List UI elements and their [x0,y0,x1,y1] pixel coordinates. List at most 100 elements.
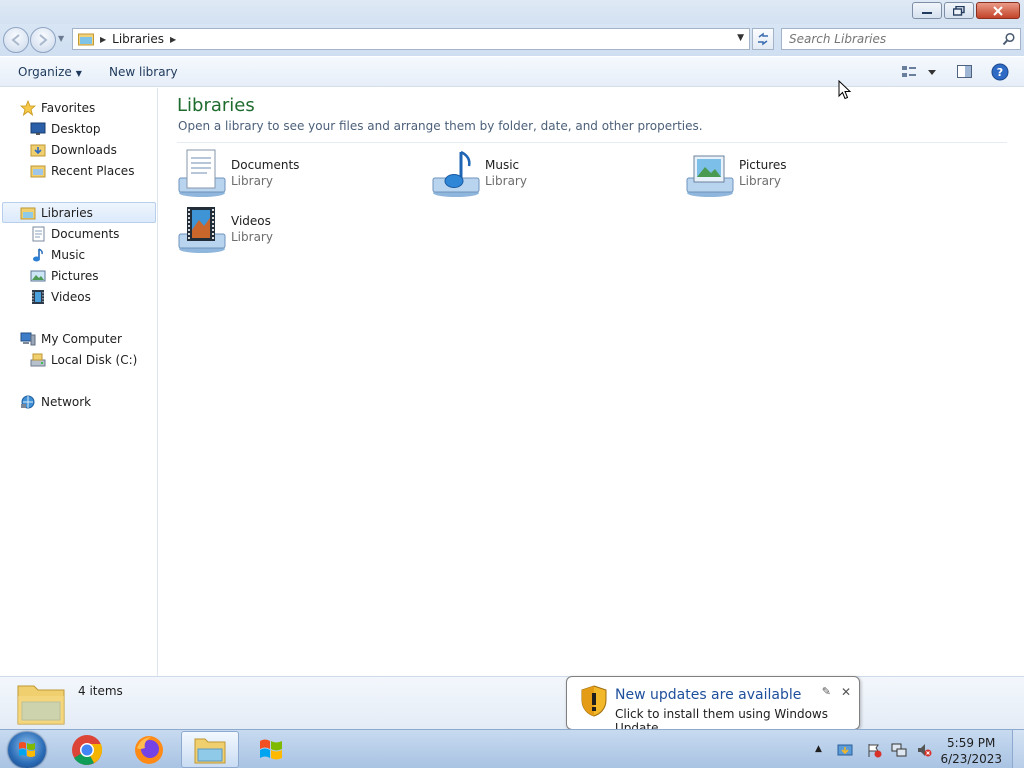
library-type: Library [739,174,781,188]
minimize-icon [922,11,932,14]
taskbar: ▲ 5:59 PM 6/23/2023 [0,729,1024,768]
documents-library-icon [178,149,226,197]
forward-button[interactable] [30,27,56,53]
sidebar-item-label: Videos [51,289,91,304]
hard-disk-icon [30,352,46,368]
library-tile-videos[interactable]: Videos Library [177,204,417,256]
libraries-icon [20,205,36,221]
library-tile-music[interactable]: Music Library [431,148,671,200]
sidebar-item-music[interactable]: Music [30,244,85,265]
item-count: 4 items [78,684,123,698]
sidebar-item-downloads[interactable]: Downloads [30,139,117,160]
library-tile-documents[interactable]: Documents Library [177,148,417,200]
start-button[interactable] [8,732,46,768]
taskbar-chrome[interactable] [58,731,116,768]
help-icon: ? [991,63,1009,81]
breadcrumb-separator-icon[interactable]: ▶ [100,35,106,44]
forward-arrow-icon [39,34,48,46]
preview-pane-icon [957,65,972,78]
close-button[interactable] [976,2,1020,19]
taskbar-windows-explorer[interactable] [181,731,239,768]
update-tray-icon[interactable] [837,742,853,758]
videos-icon [30,289,46,305]
change-view-button[interactable] [901,63,937,84]
options-icon[interactable]: ✎ [822,685,831,698]
mouse-cursor-icon [838,80,852,100]
pictures-icon [30,268,46,284]
system-clock[interactable]: 5:59 PM 6/23/2023 [940,735,1002,767]
minimize-button[interactable] [912,2,942,19]
help-button[interactable]: ? [991,63,1009,84]
sidebar-item-label: My Computer [41,331,122,346]
clock-date: 6/23/2023 [940,752,1002,766]
sidebar-item-network[interactable]: Network [20,391,91,412]
sidebar-item-pictures[interactable]: Pictures [30,265,99,286]
libraries-folder-large-icon [17,685,65,725]
breadcrumb-libraries[interactable]: Libraries [112,32,164,46]
music-note-icon [30,247,46,263]
show-desktop-button[interactable] [1012,730,1024,768]
sidebar-item-desktop[interactable]: Desktop [30,118,101,139]
new-library-button[interactable]: New library [109,65,178,79]
sidebar-item-label: Downloads [51,142,117,157]
network-tray-icon[interactable] [891,742,907,758]
firefox-icon [135,735,163,764]
sidebar-item-label: Pictures [51,268,99,283]
network-icon [20,394,36,410]
sidebar-item-label: Desktop [51,121,101,136]
sidebar-item-libraries[interactable]: Libraries [2,202,156,223]
divider [177,142,1007,143]
library-type: Library [231,230,273,244]
refresh-icon [758,32,768,46]
volume-muted-icon[interactable] [916,742,932,758]
windows-logo-icon [19,742,35,757]
restore-button[interactable] [944,2,974,19]
search-box[interactable] [781,28,1021,50]
navigation-pane: Favorites Desktop Downloads Recent Place… [0,88,158,676]
library-tile-pictures[interactable]: Pictures Library [685,148,925,200]
title-bar [0,0,1024,24]
library-name: Music [485,158,520,172]
show-hidden-icons-button[interactable]: ▲ [815,744,831,760]
address-bar[interactable]: ▶ Libraries ▶ ▼ [72,28,750,50]
taskbar-firefox[interactable] [120,731,178,768]
chevron-down-icon: ▼ [75,69,82,78]
windows-flag-icon [260,739,282,759]
content-area: Libraries Open a library to see your fil… [159,88,1024,676]
breadcrumb-separator-icon[interactable]: ▶ [170,35,176,44]
star-icon [20,99,36,116]
back-button[interactable] [3,27,29,53]
close-icon [993,5,1003,16]
taskbar-windows-update[interactable] [242,731,300,768]
library-name: Pictures [739,158,787,172]
search-icon[interactable] [1002,32,1016,46]
sidebar-item-recent-places[interactable]: Recent Places [30,160,134,181]
address-history-dropdown[interactable]: ▼ [737,33,744,43]
warning-shield-icon [581,685,607,717]
sidebar-item-documents[interactable]: Documents [30,223,119,244]
search-input[interactable] [789,32,989,46]
sidebar-item-local-disk[interactable]: Local Disk (C:) [30,349,137,370]
recent-places-icon [30,163,46,179]
sidebar-item-label: Libraries [41,205,93,220]
close-notification-button[interactable]: ✕ [841,685,851,699]
organize-button[interactable]: Organize ▼ [18,65,82,79]
recent-pages-dropdown[interactable]: ▼ [58,34,64,43]
sidebar-item-videos[interactable]: Videos [30,286,91,307]
sidebar-item-my-computer[interactable]: My Computer [20,328,122,349]
notification-title: New updates are available [615,687,802,703]
sidebar-item-favorites[interactable]: Favorites [20,97,95,118]
view-options-icon [902,66,936,77]
refresh-button[interactable] [752,28,774,50]
command-bar: Organize ▼ New library ? [0,57,1024,87]
music-library-icon [432,150,480,197]
sidebar-item-label: Local Disk (C:) [51,352,138,367]
library-type: Library [231,174,273,188]
preview-pane-button[interactable] [956,63,974,84]
sidebar-item-label: Favorites [41,100,96,115]
action-center-icon[interactable] [866,742,882,758]
update-notification[interactable]: New updates are available Click to insta… [566,676,860,735]
sidebar-item-label: Music [51,247,86,262]
computer-icon [20,331,36,347]
window-controls [910,2,1020,19]
